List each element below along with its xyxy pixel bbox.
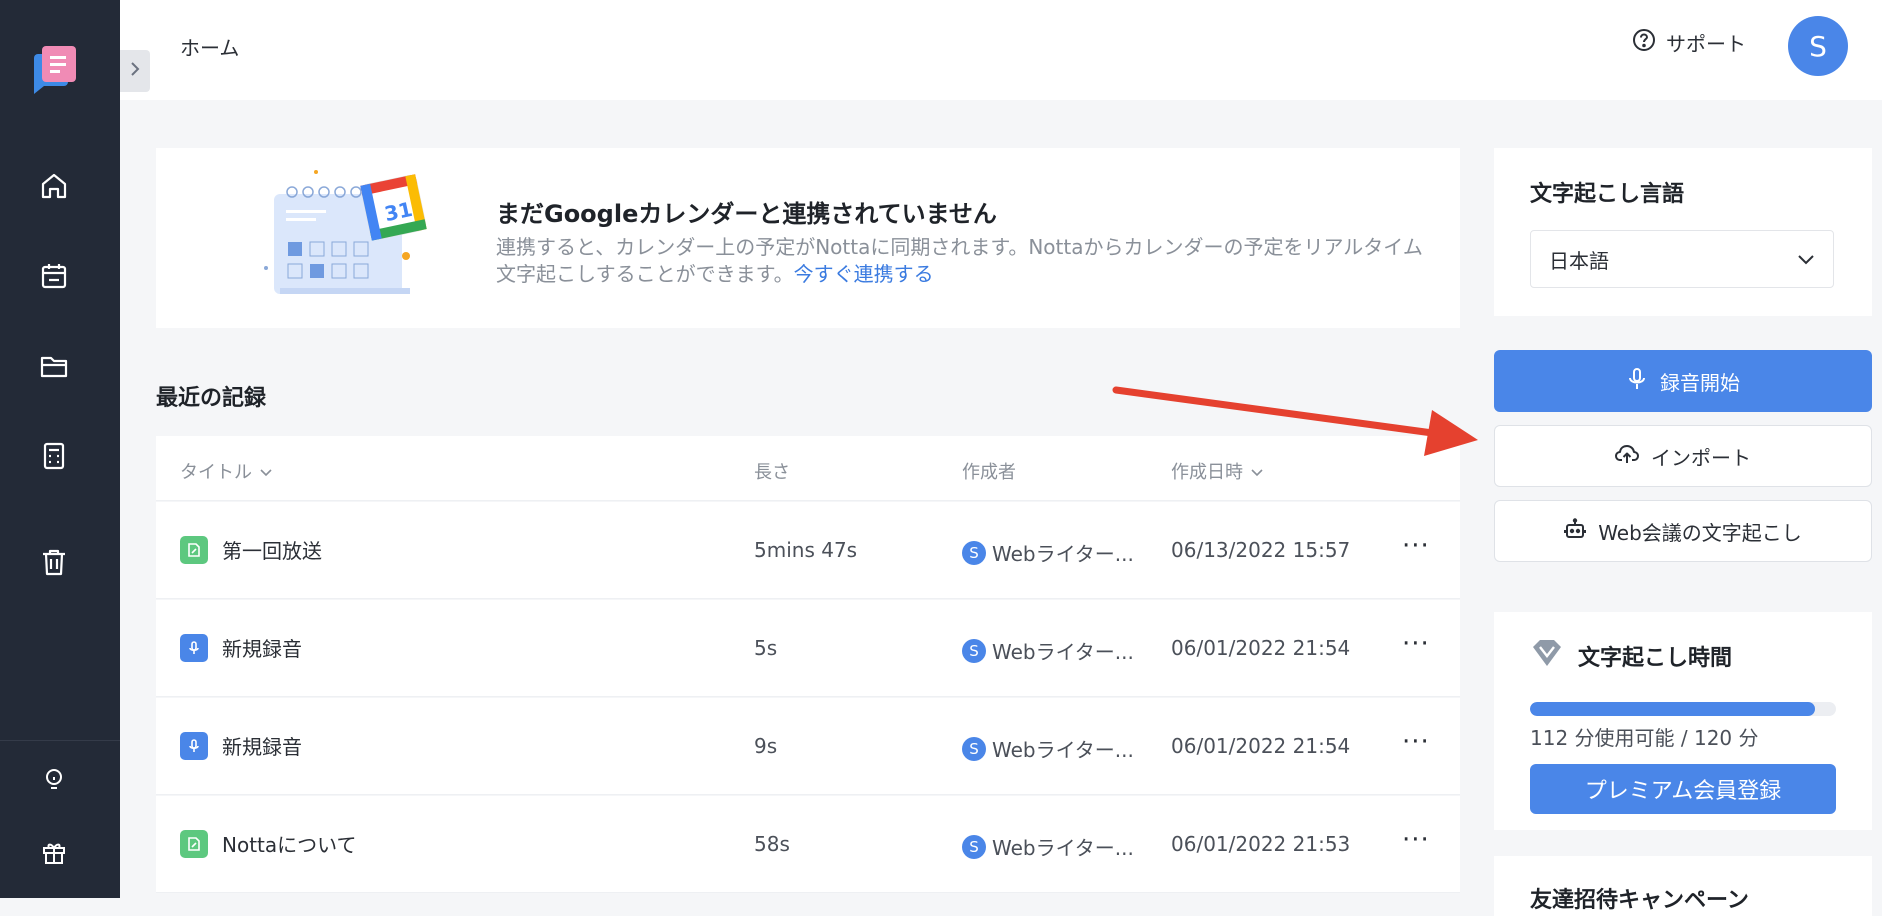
- record-title-label: 新規録音: [222, 637, 302, 661]
- sidebar-toggle-button[interactable]: [120, 50, 150, 92]
- creator-avatar: S: [962, 736, 986, 761]
- transcription-time-header: 文字起こし時間: [1530, 638, 1732, 674]
- record-date: 06/01/2022 21:54: [1171, 734, 1351, 758]
- calculator-icon[interactable]: [34, 436, 74, 476]
- record-title-label: 新規録音: [222, 735, 302, 759]
- calendar-banner-description: 連携すると、カレンダー上の予定がNottaに同期されます。Nottaからカレンダ…: [496, 234, 1436, 288]
- document-icon: [180, 535, 208, 564]
- breadcrumb: ホーム: [180, 36, 240, 60]
- record-length: 5mins 47s: [754, 538, 858, 562]
- calendar-banner: 31 まだGoogleカレンダーと連携されていません 連携すると、カレンダー上の…: [156, 148, 1460, 328]
- record-title-label: Nottaについて: [222, 833, 357, 857]
- web-meeting-transcription-button[interactable]: Web会議の文字起こし: [1494, 500, 1872, 562]
- transcription-language-label: 文字起こし言語: [1530, 182, 1685, 207]
- column-length: 長さ: [754, 462, 790, 483]
- creator-avatar: S: [962, 540, 986, 565]
- connect-now-link[interactable]: 今すぐ連携する: [794, 262, 934, 286]
- more-options-button[interactable]: ···: [1402, 729, 1430, 755]
- creator-name: Webライター...: [992, 640, 1134, 664]
- table-row[interactable]: Nottaについて 58s S Webライター... 06/01/2022 21…: [156, 796, 1460, 893]
- record-creator: S Webライター...: [962, 734, 1134, 763]
- start-recording-button[interactable]: 録音開始: [1494, 350, 1872, 412]
- chevron-down-icon: [260, 461, 272, 482]
- more-options-button[interactable]: ···: [1402, 827, 1430, 853]
- record-length: 5s: [754, 636, 778, 660]
- chevron-down-icon: [1797, 247, 1815, 271]
- record-title[interactable]: 新規録音: [180, 731, 302, 760]
- top-bar: ホーム サポート S: [120, 0, 1882, 100]
- record-date: 06/13/2022 15:57: [1171, 538, 1351, 562]
- chevron-down-icon: [1251, 461, 1263, 482]
- column-creator: 作成者: [962, 462, 1016, 483]
- table-row[interactable]: 第一回放送 5mins 47s S Webライター... 06/13/2022 …: [156, 502, 1460, 599]
- folder-icon[interactable]: [34, 346, 74, 386]
- microphone-icon: [180, 731, 208, 760]
- language-select[interactable]: 日本語: [1530, 230, 1834, 288]
- gift-icon[interactable]: [34, 832, 74, 872]
- table-row[interactable]: 新規録音 5s S Webライター... 06/01/2022 21:54 ··…: [156, 600, 1460, 697]
- creator-name: Webライター...: [992, 836, 1134, 860]
- sidebar-divider: [0, 740, 120, 741]
- more-options-button[interactable]: ···: [1402, 533, 1430, 559]
- web-meeting-label: Web会議の文字起こし: [1598, 520, 1802, 545]
- record-creator: S Webライター...: [962, 538, 1134, 567]
- support-label: サポート: [1666, 32, 1746, 56]
- document-icon: [180, 829, 208, 858]
- usage-text: 112 分使用可能 / 120 分: [1530, 726, 1759, 750]
- table-row[interactable]: 新規録音 9s S Webライター... 06/01/2022 21:54 ··…: [156, 698, 1460, 795]
- creator-name: Webライター...: [992, 542, 1134, 566]
- record-length: 9s: [754, 734, 778, 758]
- chevron-right-icon: [128, 60, 142, 82]
- trash-icon[interactable]: [34, 542, 74, 582]
- creator-avatar: S: [962, 638, 986, 663]
- record-title-label: 第一回放送: [222, 539, 322, 563]
- calendar-banner-title: まだGoogleカレンダーと連携されていません: [496, 200, 997, 228]
- record-title[interactable]: Nottaについて: [180, 829, 357, 858]
- transcription-language-card: 文字起こし言語 日本語: [1494, 148, 1872, 316]
- support-link[interactable]: サポート: [1632, 28, 1746, 57]
- column-created-at-sort[interactable]: 作成日時: [1171, 458, 1263, 484]
- transcription-time-card: 文字起こし時間 112 分使用可能 / 120 分 プレミアム会員登録: [1494, 612, 1872, 830]
- help-icon: [1632, 28, 1656, 57]
- record-creator: S Webライター...: [962, 832, 1134, 861]
- language-selected-value: 日本語: [1549, 248, 1609, 273]
- home-icon[interactable]: [34, 166, 74, 206]
- robot-icon: [1564, 517, 1587, 545]
- premium-signup-button[interactable]: プレミアム会員登録: [1530, 764, 1836, 814]
- microphone-icon: [180, 633, 208, 662]
- column-title-sort[interactable]: タイトル: [180, 458, 272, 484]
- recent-records-table: タイトル 長さ 作成者 作成日時 第一回放送 5mins 47s S Webライ…: [156, 436, 1460, 893]
- recent-records-title: 最近の記録: [156, 386, 267, 411]
- usage-progress-bar: [1530, 702, 1836, 716]
- record-title[interactable]: 新規録音: [180, 633, 302, 662]
- invite-campaign-title: 友達招待キャンペーン: [1530, 888, 1749, 913]
- cloud-upload-icon: [1615, 443, 1639, 470]
- record-title[interactable]: 第一回放送: [180, 535, 322, 564]
- transcription-time-title: 文字起こし時間: [1578, 646, 1733, 671]
- table-header: タイトル 長さ 作成者 作成日時: [156, 436, 1460, 501]
- import-button[interactable]: インポート: [1494, 425, 1872, 487]
- record-length: 58s: [754, 832, 790, 856]
- record-date: 06/01/2022 21:53: [1171, 832, 1351, 856]
- notta-logo[interactable]: [28, 42, 82, 96]
- diamond-icon: [1530, 638, 1564, 674]
- calendar-icon[interactable]: [34, 256, 74, 296]
- record-creator: S Webライター...: [962, 636, 1134, 665]
- creator-avatar: S: [962, 834, 986, 859]
- lightbulb-icon[interactable]: [34, 760, 74, 800]
- calendar-banner-text: 連携すると、カレンダー上の予定がNottaに同期されます。Nottaからカレンダ…: [496, 235, 1423, 286]
- creator-name: Webライター...: [992, 738, 1134, 762]
- column-created-at-label: 作成日時: [1171, 462, 1243, 483]
- avatar[interactable]: S: [1788, 16, 1848, 76]
- record-date: 06/01/2022 21:54: [1171, 636, 1351, 660]
- usage-progress-fill: [1530, 702, 1816, 716]
- more-options-button[interactable]: ···: [1402, 631, 1430, 657]
- microphone-icon: [1626, 367, 1648, 396]
- import-label: インポート: [1651, 445, 1751, 470]
- sidebar: [0, 0, 120, 898]
- column-title-label: タイトル: [180, 462, 252, 483]
- invite-campaign-card[interactable]: 友達招待キャンペーン: [1494, 856, 1872, 916]
- start-recording-label: 録音開始: [1660, 370, 1740, 395]
